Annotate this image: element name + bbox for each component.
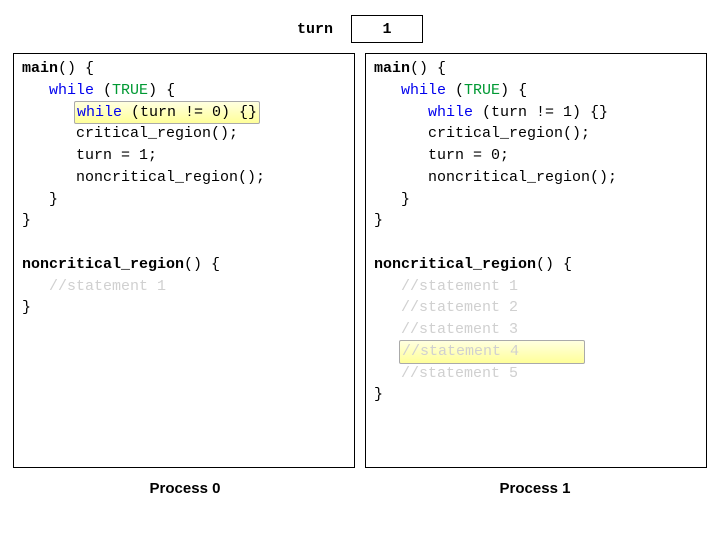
text: } [374,386,383,403]
p1-highlight-line: //statement 4 [399,340,585,364]
text: critical_region(); [22,125,238,142]
comment: //statement 5 [374,365,518,382]
text: ( [94,82,112,99]
process0-code: main() { while (TRUE) { while (turn != 0… [22,58,346,319]
comment: //statement 3 [374,321,518,338]
text: turn = 0; [374,147,509,164]
kw-while: while [49,82,94,99]
process0-panel: main() { while (TRUE) { while (turn != 0… [13,53,355,468]
process0-label: Process 0 [10,480,360,497]
comment: //statement 1 [22,278,166,295]
text: () { [184,256,220,273]
text: () { [58,60,94,77]
fn-noncritical: noncritical_region [374,256,536,273]
text: ) { [500,82,527,99]
comment: //statement 2 [374,299,518,316]
kw-while: while [77,104,122,121]
text: (turn != 1) {} [473,104,608,121]
turn-label: turn [297,21,333,38]
text: ( [446,82,464,99]
text: } [22,212,31,229]
process1-panel: main() { while (TRUE) { while (turn != 1… [365,53,707,468]
text [374,104,428,121]
comment: //statement 4 [402,343,519,360]
text: () { [536,256,572,273]
text: ) { [148,82,175,99]
text: () { [410,60,446,77]
kw-while: while [428,104,473,121]
fn-main: main [374,60,410,77]
text: } [22,299,31,316]
text [519,343,582,360]
text: noncritical_region(); [374,169,617,186]
const-true: TRUE [464,82,500,99]
turn-value-box: 1 [351,15,423,43]
fn-noncritical: noncritical_region [22,256,184,273]
text [374,82,401,99]
const-true: TRUE [112,82,148,99]
text: turn = 1; [22,147,157,164]
text: critical_region(); [374,125,590,142]
comment: //statement 1 [374,278,518,295]
kw-while: while [401,82,446,99]
text [22,82,49,99]
text: } [374,191,410,208]
turn-header: turn 1 [10,15,710,43]
text: } [22,191,58,208]
text [22,104,76,121]
fn-main: main [22,60,58,77]
text: noncritical_region(); [22,169,265,186]
process1-label: Process 1 [360,480,710,497]
footer: Process 0 Process 1 [10,480,710,497]
p0-highlight-line: while (turn != 0) {} [74,101,260,125]
text [374,343,401,360]
code-columns: main() { while (TRUE) { while (turn != 0… [13,53,707,468]
text: (turn != 0) {} [122,104,257,121]
process1-code: main() { while (TRUE) { while (turn != 1… [374,58,698,406]
text: } [374,212,383,229]
